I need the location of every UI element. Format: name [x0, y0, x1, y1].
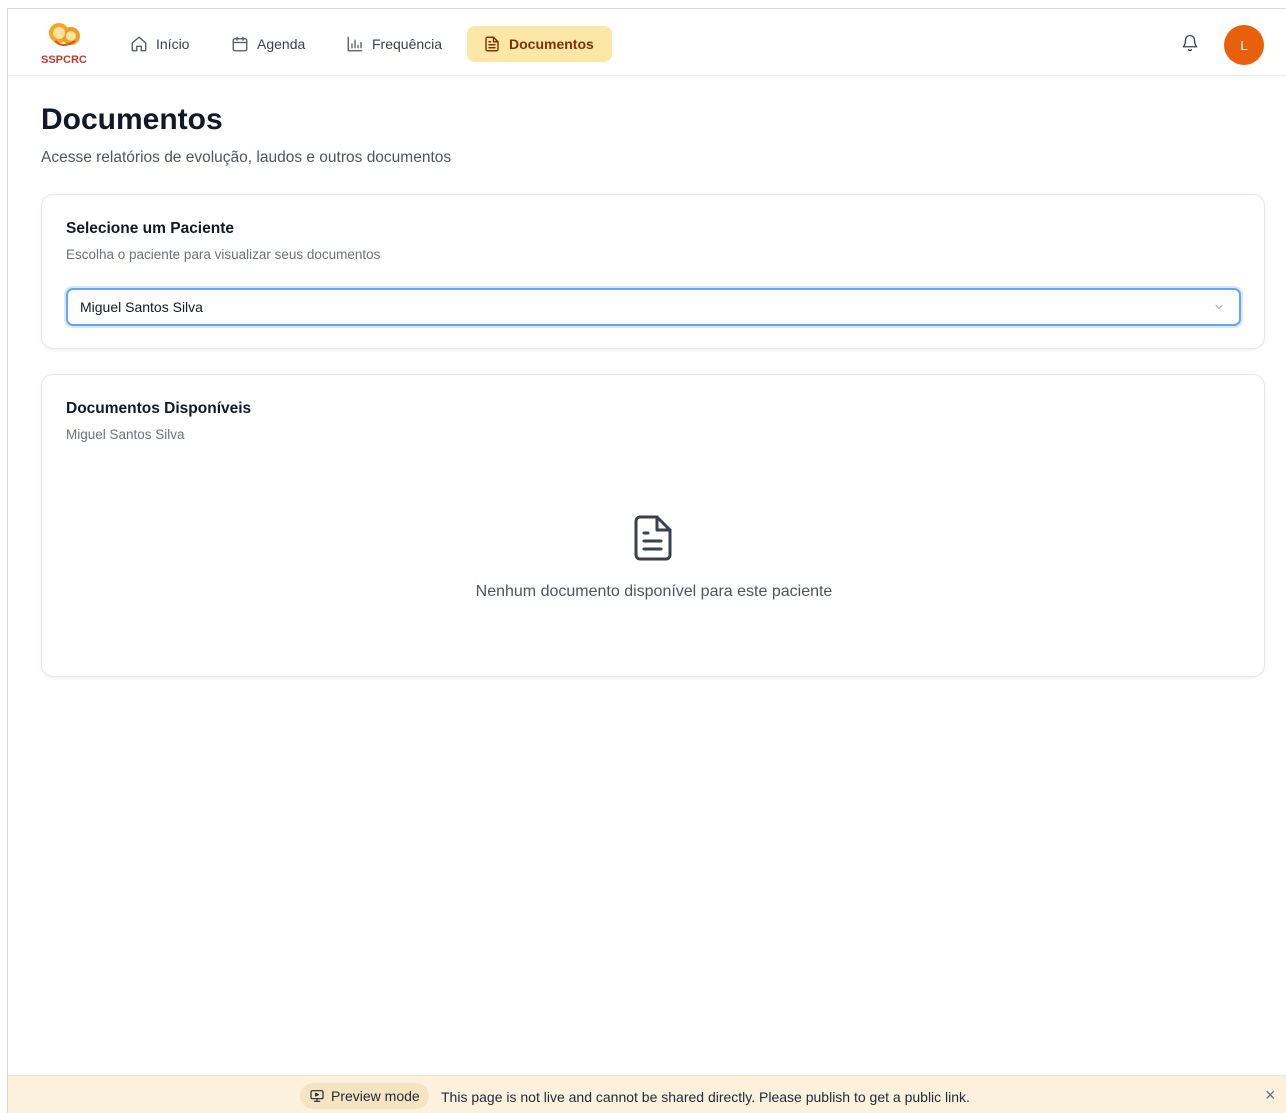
nav-item-documentos[interactable]: Documentos: [467, 26, 612, 62]
nav-label: Frequência: [372, 36, 443, 52]
empty-state-message: Nenhum documento disponível para este pa…: [475, 583, 833, 600]
app-frame: SSPCRC Início Agenda Frequência Document…: [7, 8, 1286, 1113]
preview-banner: Preview mode This page is not live and c…: [8, 1075, 1286, 1113]
card-title: Documentos Disponíveis: [66, 400, 252, 417]
preview-message: This page is not live and cannot be shar…: [441, 1089, 970, 1105]
documents-patient-name: Miguel Santos Silva: [66, 427, 185, 442]
user-avatar[interactable]: L: [1224, 25, 1264, 65]
card-description: Escolha o paciente para visualizar seus …: [66, 247, 381, 262]
home-icon: [131, 36, 147, 52]
documents-card: Documentos Disponíveis Miguel Santos Sil…: [41, 374, 1265, 677]
monitor-icon: [310, 1090, 324, 1102]
patient-select-card: Selecione um Paciente Escolha o paciente…: [41, 194, 1265, 349]
card-title: Selecione um Paciente: [66, 220, 234, 237]
svg-text:SSPCRC: SSPCRC: [41, 54, 87, 66]
logo[interactable]: SSPCRC: [37, 19, 89, 67]
close-icon[interactable]: ×: [1265, 1086, 1276, 1104]
selected-patient-value: Miguel Santos Silva: [80, 299, 203, 315]
nav-item-frequencia[interactable]: Frequência: [330, 26, 458, 62]
nav-item-agenda[interactable]: Agenda: [215, 26, 321, 62]
preview-mode-badge[interactable]: Preview mode: [300, 1083, 429, 1109]
nav-label: Agenda: [257, 36, 306, 52]
chevron-down-icon: [1215, 305, 1223, 309]
nav-label: Documentos: [509, 36, 594, 52]
notifications-button[interactable]: [1181, 34, 1199, 52]
bell-icon: [1182, 34, 1198, 52]
document-icon: [634, 515, 672, 561]
bar-chart-icon: [347, 36, 363, 52]
patient-select[interactable]: Miguel Santos Silva: [66, 288, 1241, 326]
top-navigation: SSPCRC Início Agenda Frequência Document…: [8, 9, 1286, 76]
nav-item-inicio[interactable]: Início: [114, 26, 205, 62]
file-text-icon: [485, 36, 499, 52]
page-subtitle: Acesse relatórios de evolução, laudos e …: [41, 149, 452, 166]
nav-label: Início: [156, 36, 190, 52]
preview-mode-label: Preview mode: [331, 1088, 420, 1104]
calendar-icon: [232, 36, 248, 52]
page-title: Documentos: [41, 103, 223, 136]
